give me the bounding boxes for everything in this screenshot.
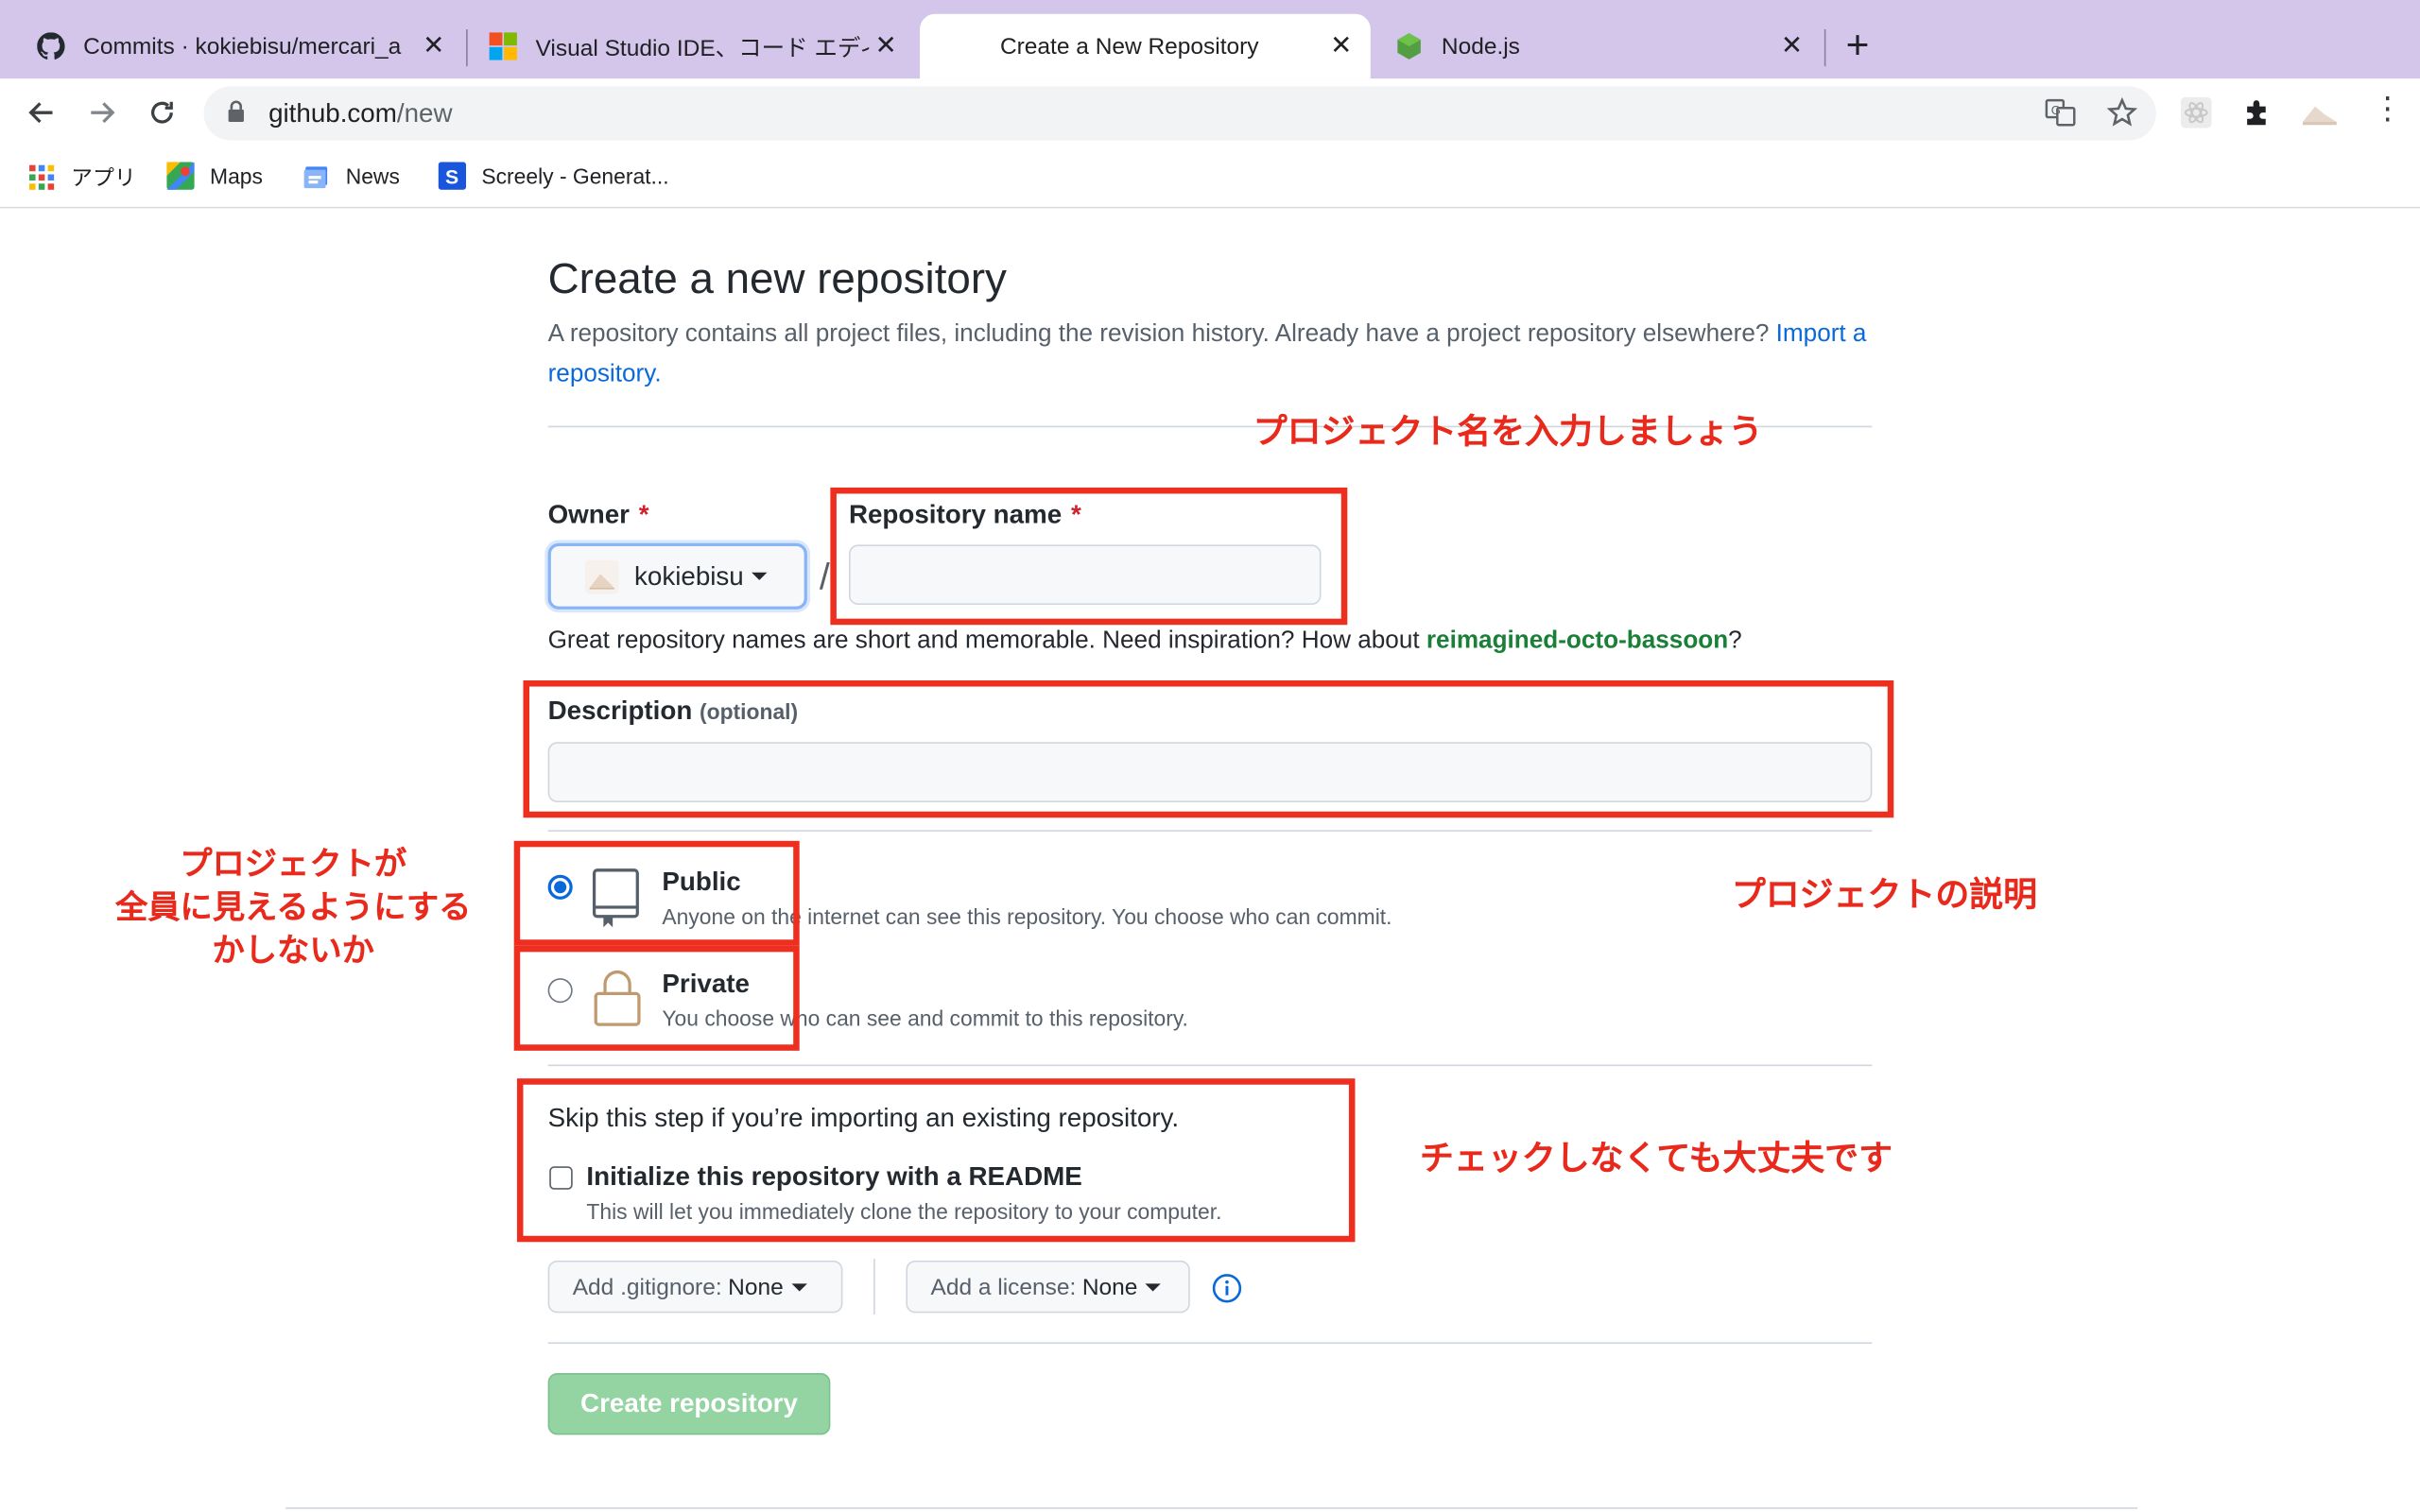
intro-description: A repository contains all project files,… [547, 320, 1770, 348]
bookmark-star-icon[interactable] [2106, 96, 2138, 136]
bookmark-news[interactable]: News [302, 162, 400, 189]
url-text: github.com/new [268, 98, 452, 129]
annotation-readme: チェックしなくても大丈夫です [1420, 1140, 1893, 1179]
hint-text: Great repository names are short and mem… [547, 627, 1420, 655]
create-repository-button[interactable]: Create repository [547, 1373, 831, 1435]
bookmark-label: Maps [210, 163, 263, 189]
tab-commits[interactable]: Commits · kokiebisu/mercari_a ✕ [0, 14, 463, 79]
owner-select[interactable]: kokiebisu [547, 542, 807, 610]
divider [547, 830, 1873, 832]
owner-label: Owner * [548, 500, 649, 531]
react-devtools-icon[interactable] [2180, 96, 2212, 136]
annotation-visibility-line2: 全員に見えるようにする [114, 888, 472, 926]
svg-text:S: S [445, 166, 458, 188]
owner-name: kokiebisu [634, 560, 744, 591]
divider [873, 1259, 875, 1315]
browser-tabstrip: Commits · kokiebisu/mercari_a ✕ Visual S… [0, 0, 2420, 79]
bookmark-label: News [345, 163, 400, 189]
apps-grid-icon [27, 163, 55, 191]
close-tab-icon[interactable]: ✕ [1775, 31, 1809, 62]
gitignore-value: None [728, 1273, 784, 1300]
footer-divider [285, 1507, 2138, 1509]
annotation-description: プロジェクトの説明 [1731, 876, 2038, 916]
screely-icon: S [438, 162, 467, 190]
tab-create-repository[interactable]: Create a New Repository ✕ [920, 13, 1371, 79]
license-value: None [1081, 1273, 1138, 1300]
annotation-box-readme [516, 1078, 1356, 1243]
bookmark-label: Screely - Generat... [481, 163, 669, 189]
tab-title: Commits · kokiebisu/mercari_a [83, 33, 402, 60]
annotation-visibility-line1: プロジェクトが [180, 845, 407, 883]
hint-end: ? [1728, 627, 1742, 655]
owner-repo-separator: / [819, 557, 830, 599]
divider [547, 1064, 1873, 1067]
bookmark-apps[interactable]: アプリ [27, 162, 136, 193]
chevron-down-icon [1145, 1282, 1161, 1291]
bookmark-maps[interactable]: Maps [166, 162, 263, 190]
tab-visual-studio[interactable]: Visual Studio IDE、コード エディ ✕ [452, 14, 915, 79]
annotation-visibility-line3: かしないか [212, 932, 374, 970]
profile-avatar-icon[interactable] [2300, 98, 2340, 134]
owner-label-text: Owner [547, 499, 630, 529]
close-tab-icon[interactable]: ✕ [1324, 31, 1358, 62]
annotation-visibility: プロジェクトが 全員に見えるようにする かしないか [85, 842, 502, 971]
divider [547, 1342, 1873, 1345]
annotation-box-repo-name [830, 487, 1348, 626]
license-select[interactable]: Add a license: None [906, 1260, 1190, 1314]
address-bar[interactable]: github.com/new G [203, 86, 2156, 141]
info-icon[interactable] [1212, 1273, 1243, 1312]
close-tab-icon[interactable]: ✕ [869, 31, 903, 62]
tab-title: Create a New Repository [999, 33, 1259, 60]
tab-divider [1824, 29, 1826, 67]
tab-nodejs[interactable]: Node.js ✕ [1358, 14, 1822, 79]
svg-text:G: G [2051, 103, 2061, 117]
chevron-down-icon [790, 1282, 807, 1291]
news-icon [302, 162, 330, 189]
close-tab-icon[interactable]: ✕ [417, 31, 451, 62]
reload-icon[interactable] [141, 91, 184, 134]
tab-favicon-blank [954, 32, 981, 60]
bookmarks-bar: アプリ Maps News S Screely - Generat... [0, 146, 2420, 209]
new-tab-button[interactable]: + [1846, 22, 1870, 68]
lock-icon [227, 100, 246, 131]
intro-text: A repository contains all project files,… [548, 315, 1876, 395]
nodejs-icon [1395, 32, 1423, 60]
annotation-box-private [513, 945, 800, 1051]
annotation-box-description [523, 679, 1894, 818]
annotation-project-name: プロジェクト名を入力しましょう [1253, 413, 1763, 453]
microsoft-icon [489, 32, 517, 60]
suggested-name-link[interactable]: reimagined-octo-bassoon [1426, 627, 1728, 654]
forward-arrow-icon[interactable] [80, 91, 124, 134]
owner-avatar-icon [584, 558, 619, 593]
github-icon [37, 32, 65, 60]
translate-icon[interactable]: G [2045, 97, 2076, 136]
chevron-down-icon [751, 572, 768, 580]
tab-title: Node.js [1441, 33, 1520, 60]
repo-name-hint: Great repository names are short and mem… [548, 627, 1742, 655]
bookmark-label: アプリ [71, 164, 136, 190]
more-menu-icon[interactable]: ⋮ [2372, 94, 2403, 126]
required-mark: * [638, 499, 649, 529]
license-label: Add a license: [930, 1273, 1077, 1300]
gitignore-select[interactable]: Add .gitignore: None [547, 1260, 843, 1314]
annotation-box-public [513, 840, 800, 946]
page-title: Create a new repository [547, 254, 1007, 302]
gitignore-label: Add .gitignore: [572, 1273, 722, 1300]
maps-icon [166, 162, 195, 190]
browser-toolbar: github.com/new G ⋮ [0, 78, 2420, 147]
url-path: /new [396, 98, 453, 129]
tab-title: Visual Studio IDE、コード エディ [535, 34, 870, 61]
url-host: github.com [268, 98, 397, 129]
extensions-puzzle-icon[interactable] [2242, 97, 2273, 136]
bookmark-screely[interactable]: S Screely - Generat... [438, 162, 669, 190]
back-arrow-icon[interactable] [20, 91, 63, 134]
